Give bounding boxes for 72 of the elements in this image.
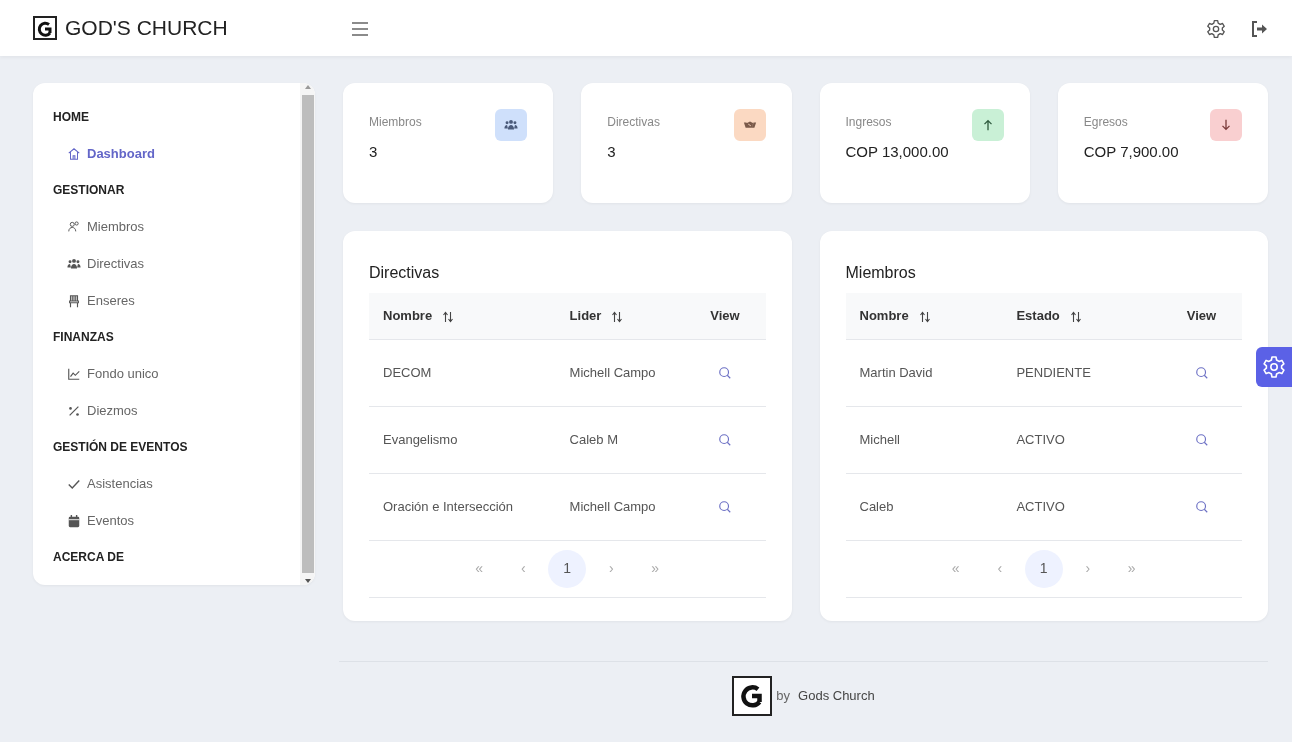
search-icon [1194, 433, 1209, 448]
line-chart-icon [67, 366, 81, 381]
sidebar-item[interactable]: Fondo unico [53, 355, 300, 392]
table-cell: ACTIVO [1016, 431, 1065, 447]
section-heading: ACERCA DE [53, 549, 124, 566]
column-header[interactable]: Estado [1016, 308, 1060, 323]
brand-title: GOD'S CHURCH [65, 15, 228, 42]
column-header[interactable]: Lider [569, 308, 602, 323]
table-cell: Evangelismo [383, 431, 458, 447]
people-icon [67, 256, 81, 271]
card-title: Miembros [845, 264, 916, 281]
settings-button[interactable] [1256, 347, 1292, 387]
stat-label: Directivas [607, 114, 660, 131]
chair-icon [67, 293, 81, 308]
stat-value: COP 13,000.00 [845, 142, 949, 162]
table-cell: Caleb M [569, 431, 618, 447]
stat-label: Ingresos [845, 114, 893, 131]
search-icon [718, 366, 732, 381]
stat-label: Egresos [1083, 114, 1129, 131]
people-icon [504, 118, 519, 132]
table-cell: Martin David [859, 364, 933, 380]
column-header: View [710, 308, 740, 323]
footer-link[interactable]: Gods Church [798, 686, 875, 706]
section-heading: FINANZAS [53, 329, 114, 346]
arrow-down-icon [1219, 118, 1233, 132]
column-header: View [1186, 308, 1217, 323]
search-icon [718, 433, 732, 448]
section-heading: GESTIÓN DE EVENTOS [53, 438, 188, 456]
stat-value: 3 [369, 142, 379, 162]
logo-icon [33, 16, 57, 40]
scrollbar[interactable] [300, 83, 315, 585]
sidebar-item[interactable]: Dashboard [53, 135, 300, 172]
table-cell: Michell Campo [569, 498, 656, 514]
search-icon [718, 500, 732, 515]
section-heading: HOME [53, 109, 89, 126]
sidebar-item[interactable]: Asistencias [53, 465, 300, 502]
scroll-down-icon[interactable] [303, 577, 312, 585]
sidebar-item[interactable]: Enseres [53, 282, 300, 319]
sidebar-item[interactable]: Directivas [53, 245, 300, 282]
table-cell: ACTIVO [1016, 498, 1065, 514]
sidebar-item[interactable]: Eventos [53, 502, 300, 539]
column-header[interactable]: Nombre [383, 308, 433, 323]
stat-value: 3 [607, 142, 617, 162]
sidebar-item[interactable]: Diezmos [53, 392, 300, 429]
house-icon [67, 146, 81, 161]
sort-icon[interactable] [918, 308, 931, 323]
sort-icon[interactable] [1069, 308, 1082, 323]
people-icon [67, 219, 81, 234]
stat-value: COP 7,900.00 [1083, 142, 1179, 162]
page-button[interactable]: 1 [1024, 549, 1063, 588]
search-icon [1194, 500, 1209, 515]
table-cell: Michell [859, 431, 900, 447]
sort-icon[interactable] [442, 308, 455, 323]
section-heading: GESTIONAR [53, 182, 125, 199]
table-cell: Michell Campo [569, 364, 656, 380]
sort-icon[interactable] [611, 308, 624, 323]
stat-label: Miembros [369, 114, 422, 131]
scroll-up-icon[interactable] [303, 83, 312, 91]
card-title: Directivas [369, 264, 440, 281]
page-button[interactable]: 1 [548, 549, 587, 588]
table-cell: DECOM [383, 364, 432, 380]
table-cell: PENDIENTE [1016, 364, 1091, 380]
column-header[interactable]: Nombre [859, 308, 909, 323]
gear-icon [1262, 355, 1286, 379]
gear-icon [1206, 18, 1226, 39]
logo-icon [732, 676, 773, 716]
footer-text: by [776, 687, 791, 706]
search-icon [1194, 366, 1209, 381]
sidebar-item[interactable]: Miembros [53, 208, 300, 245]
table-cell: Caleb [859, 498, 894, 514]
table-cell: Oración e Intersección [383, 498, 514, 514]
calendar-icon [67, 513, 81, 528]
